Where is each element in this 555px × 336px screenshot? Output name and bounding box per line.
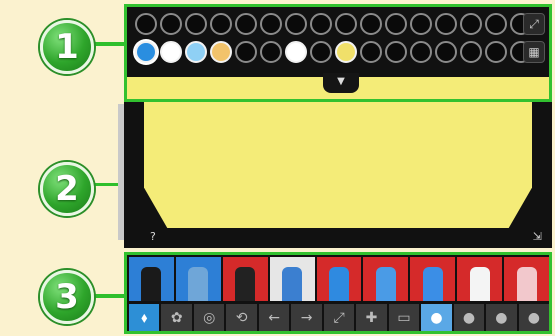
expand-icon[interactable]: ⤢ [523, 13, 545, 35]
palette-row1-swatch-2[interactable] [160, 13, 182, 35]
tool-pen-blue-icon [422, 267, 443, 301]
tool-eraser-pink-icon [516, 267, 537, 301]
palette-row1-swatch-4[interactable] [210, 13, 232, 35]
tool-pen-white[interactable] [457, 257, 503, 301]
canvas-frame: ? ⇲ [124, 102, 552, 248]
tool-action-11-icon[interactable]: ● [453, 304, 485, 331]
callout-2-badge: 2 [40, 162, 94, 216]
color-palette: ⤢ ▦ [127, 7, 549, 77]
palette-row2-swatch-8[interactable] [310, 41, 332, 63]
tool-pencil-blue[interactable] [269, 257, 315, 301]
tool-brush-dark[interactable] [222, 257, 268, 301]
tool-marker-blue[interactable] [363, 257, 409, 301]
palette-row2-swatch-6[interactable] [260, 41, 282, 63]
tool-eraser-block[interactable] [175, 257, 221, 301]
tool-action-8-icon[interactable]: ✚ [356, 304, 387, 331]
tool-action-10-icon[interactable]: ● [421, 304, 452, 331]
palette-row1-swatch-5[interactable] [235, 13, 257, 35]
help-icon[interactable]: ? [150, 230, 156, 243]
palette-row1-swatch-9[interactable] [335, 13, 357, 35]
tool-eraser-pink[interactable] [504, 257, 549, 301]
tool-action-3-icon[interactable]: ◎ [193, 304, 225, 331]
callout-1-badge: 1 [40, 20, 94, 74]
tool-action-6-icon[interactable]: → [291, 304, 322, 331]
tool-pen-white-icon [469, 267, 490, 301]
tool-action-1-icon[interactable]: ⬧ [129, 304, 160, 331]
tool-brush-dark-icon [235, 267, 256, 301]
tools-section: ⬧ ✿ ◎ ⟲ ← → ⤢ ✚ ▭ ● ● ● ● [124, 252, 552, 334]
palette-row2-swatch-7[interactable] [285, 41, 307, 63]
palette-row1-swatch-10[interactable] [360, 13, 382, 35]
palette-row1-swatch-8[interactable] [310, 13, 332, 35]
drawing-tools-row [129, 257, 549, 301]
tool-spray-blue[interactable] [316, 257, 362, 301]
palette-row2-swatch-10[interactable] [360, 41, 382, 63]
palette-row1-swatch-11[interactable] [385, 13, 407, 35]
tool-marker-black-icon [141, 267, 162, 301]
callout-1-leader [88, 42, 128, 46]
tool-pen-blue[interactable] [410, 257, 456, 301]
palette-row2-swatch-15[interactable] [485, 41, 507, 63]
palette-row2-swatch-14[interactable] [460, 41, 482, 63]
tool-action-4-icon[interactable]: ⟲ [226, 304, 257, 331]
palette-row1-swatch-13[interactable] [435, 13, 457, 35]
palette-row-1 [135, 13, 532, 35]
tool-action-2-icon[interactable]: ✿ [161, 304, 192, 331]
tool-action-9-icon[interactable]: ▭ [388, 304, 420, 331]
palette-row1-swatch-14[interactable] [460, 13, 482, 35]
resize-icon[interactable]: ⇲ [533, 230, 542, 243]
palette-row-2 [135, 41, 532, 63]
palette-row2-swatch-1[interactable] [135, 41, 157, 63]
drawing-canvas[interactable] [144, 102, 532, 228]
palette-row2-swatch-9[interactable] [335, 41, 357, 63]
palette-row2-swatch-5[interactable] [235, 41, 257, 63]
tool-marker-black[interactable] [129, 257, 174, 301]
palette-row2-swatch-12[interactable] [410, 41, 432, 63]
palette-row1-swatch-6[interactable] [260, 13, 282, 35]
tool-action-7-icon[interactable]: ⤢ [323, 304, 355, 331]
callout-3-badge: 3 [40, 270, 94, 324]
palette-row2-swatch-2[interactable] [160, 41, 182, 63]
grid-icon[interactable]: ▦ [523, 41, 545, 63]
palette-row1-swatch-7[interactable] [285, 13, 307, 35]
palette-row2-swatch-4[interactable] [210, 41, 232, 63]
palette-collapse-tab[interactable]: ▼ [323, 73, 359, 93]
tool-pencil-blue-icon [282, 267, 303, 301]
palette-row2-swatch-11[interactable] [385, 41, 407, 63]
tool-action-12-icon[interactable]: ● [486, 304, 517, 331]
palette-section: ⤢ ▦ ▼ [124, 4, 552, 102]
tool-spray-blue-icon [329, 267, 349, 301]
palette-row2-swatch-3[interactable] [185, 41, 207, 63]
tool-action-13-icon[interactable]: ● [518, 304, 549, 331]
callout-3-leader [88, 294, 128, 298]
palette-row2-swatch-13[interactable] [435, 41, 457, 63]
tool-actions-row: ⬧ ✿ ◎ ⟲ ← → ⤢ ✚ ▭ ● ● ● ● [129, 304, 549, 331]
tool-marker-blue-icon [375, 267, 396, 301]
palette-row1-swatch-15[interactable] [485, 13, 507, 35]
palette-row1-swatch-1[interactable] [135, 13, 157, 35]
tool-action-5-icon[interactable]: ← [258, 304, 290, 331]
palette-row1-swatch-3[interactable] [185, 13, 207, 35]
palette-row1-swatch-12[interactable] [410, 13, 432, 35]
tool-eraser-block-icon [188, 267, 209, 301]
